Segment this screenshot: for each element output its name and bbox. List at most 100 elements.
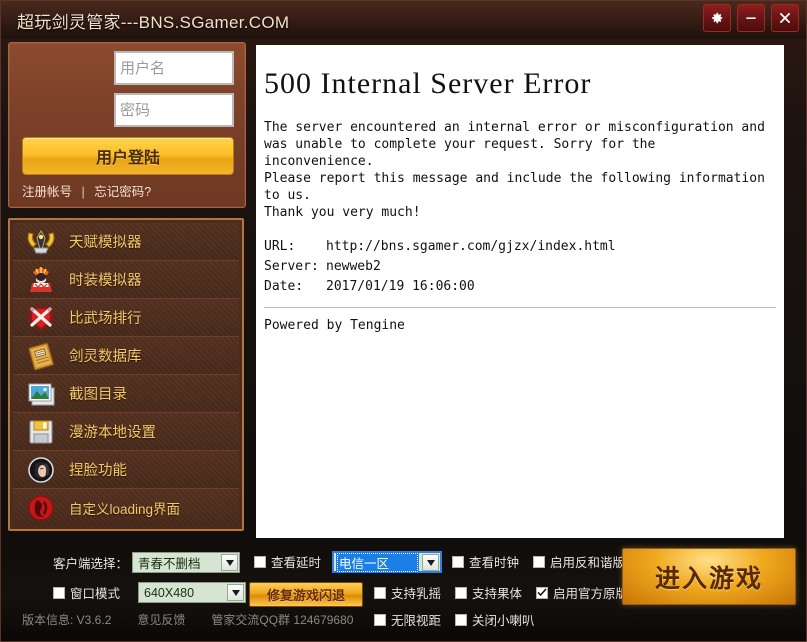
floppy-save-icon bbox=[13, 413, 69, 450]
meta-key: URL: bbox=[264, 239, 296, 254]
menu-item-costume-simulator[interactable]: 时装模拟器 bbox=[13, 261, 239, 299]
meta-row-url: URL: http://bns.sgamer.com/gjzx/index.ht… bbox=[264, 237, 784, 257]
meta-row-server: Server: newweb2 bbox=[264, 257, 784, 277]
register-link[interactable]: 注册帐号 bbox=[22, 185, 72, 199]
menu-item-label: 漫游本地设置 bbox=[69, 425, 156, 441]
checkbox-box[interactable] bbox=[254, 555, 266, 568]
checkbox-label: 关闭小喇叭 bbox=[472, 614, 535, 628]
arena-ranking-icon bbox=[13, 299, 69, 336]
custom-loading-icon bbox=[13, 489, 69, 526]
login-panel: 用户登陆 注册帐号 | 忘记密码? bbox=[8, 42, 246, 208]
checkbox-view-latency[interactable]: 查看延时 bbox=[254, 552, 321, 571]
menu-item-label: 比武场排行 bbox=[69, 311, 142, 327]
menu-item-label: 时装模拟器 bbox=[69, 273, 142, 289]
checkbox-label: 支持乳摇 bbox=[391, 587, 442, 601]
close-icon bbox=[778, 11, 792, 25]
checkbox-label: 查看延时 bbox=[271, 556, 322, 570]
checkbox-box[interactable] bbox=[374, 613, 386, 626]
checkbox-enable-official[interactable]: 启用官方原版 bbox=[536, 583, 628, 602]
server-select-group: 电信一区 bbox=[332, 551, 442, 573]
password-input[interactable] bbox=[116, 95, 232, 125]
server-select[interactable]: 电信一区 bbox=[332, 551, 442, 573]
window-controls bbox=[703, 4, 799, 32]
menu-item-face-customize[interactable]: 捏脸功能 bbox=[13, 451, 239, 489]
content-webview: 500 Internal Server Error The server enc… bbox=[256, 45, 784, 538]
minimize-icon bbox=[744, 11, 758, 25]
screenshot-folder-icon bbox=[13, 375, 69, 412]
checkbox-label: 查看时钟 bbox=[469, 556, 520, 570]
meta-row-date: Date: 2017/01/19 16:06:00 bbox=[264, 277, 784, 297]
feedback-link[interactable]: 意见反馈 bbox=[137, 611, 185, 628]
menu-item-screenshot-folder[interactable]: 截图目录 bbox=[13, 375, 239, 413]
checkbox-box[interactable] bbox=[455, 586, 468, 599]
checkbox-view-clock[interactable]: 查看时钟 bbox=[452, 552, 519, 571]
checkbox-box[interactable] bbox=[53, 586, 65, 599]
talent-simulator-icon bbox=[13, 223, 69, 260]
menu-item-custom-loading[interactable]: 自定义loading界面 bbox=[13, 489, 239, 526]
error-meta: URL: http://bns.sgamer.com/gjzx/index.ht… bbox=[264, 237, 784, 297]
latency-check-group: 查看延时 bbox=[254, 552, 335, 571]
qq-group-label[interactable]: 管家交流QQ群 124679680 bbox=[211, 611, 353, 628]
check-icon bbox=[537, 588, 547, 597]
checkbox-box[interactable] bbox=[536, 586, 549, 599]
menu-item-label: 捏脸功能 bbox=[69, 463, 127, 479]
checkbox-support-jiggle[interactable]: 支持乳摇 bbox=[374, 583, 441, 602]
client-select-group: 客户端选择： 青春不删档 bbox=[53, 552, 241, 573]
username-input[interactable] bbox=[116, 53, 232, 83]
client-select-value: 青春不删档 bbox=[138, 557, 201, 571]
checkbox-window-mode[interactable]: 窗口模式 bbox=[53, 583, 120, 602]
resolution-select[interactable]: 640X480 bbox=[138, 582, 247, 603]
checkbox-enable-unharmonized[interactable]: 启用反和谐版 bbox=[533, 552, 625, 571]
menu-item-label: 天赋模拟器 bbox=[69, 235, 142, 251]
menu-item-label: 自定义loading界面 bbox=[69, 501, 181, 517]
row2-checks: 支持乳摇 支持果体 启用官方原版 bbox=[374, 583, 642, 602]
menu-item-label: 截图目录 bbox=[69, 387, 127, 403]
meta-key: Date: bbox=[264, 279, 304, 294]
link-separator: | bbox=[81, 185, 85, 199]
row1-checks: 查看时钟 启用反和谐版 bbox=[452, 552, 639, 571]
resolution-select-value: 640X480 bbox=[144, 585, 195, 600]
checkbox-mute-horn[interactable]: 关闭小喇叭 bbox=[455, 610, 535, 629]
checkbox-box[interactable] bbox=[374, 586, 386, 599]
chevron-down-icon bbox=[221, 554, 239, 571]
minimize-button[interactable] bbox=[737, 4, 765, 32]
face-customize-icon bbox=[13, 451, 69, 488]
menu-item-database[interactable]: 剑灵数据库 bbox=[13, 337, 239, 375]
login-button[interactable]: 用户登陆 bbox=[22, 137, 234, 175]
menu-item-talent-simulator[interactable]: 天赋模拟器 bbox=[13, 223, 239, 261]
chevron-down-icon bbox=[422, 554, 439, 571]
checkbox-unlimited-view[interactable]: 无限视距 bbox=[374, 610, 441, 629]
meta-value: newweb2 bbox=[326, 259, 381, 274]
window-mode-group: 窗口模式 640X480 bbox=[53, 582, 247, 603]
checkbox-support-nude[interactable]: 支持果体 bbox=[455, 583, 522, 602]
window-title: 超玩剑灵管家---BNS.SGamer.COM bbox=[17, 13, 290, 32]
menu-item-local-settings[interactable]: 漫游本地设置 bbox=[13, 413, 239, 451]
checkbox-label: 启用官方原版 bbox=[553, 587, 629, 601]
meta-value: 2017/01/19 16:06:00 bbox=[326, 279, 475, 294]
password-field-wrap bbox=[114, 93, 234, 127]
server-select-value: 电信一区 bbox=[336, 551, 420, 573]
database-book-icon bbox=[13, 337, 69, 374]
title-bar: 超玩剑灵管家---BNS.SGamer.COM bbox=[0, 0, 807, 39]
fix-crash-group: 修复游戏闪退 bbox=[249, 582, 363, 607]
close-button[interactable] bbox=[771, 4, 799, 32]
error-body: The server encountered an internal error… bbox=[264, 120, 765, 220]
checkbox-box[interactable] bbox=[455, 613, 468, 626]
fix-game-crash-button[interactable]: 修复游戏闪退 bbox=[249, 582, 363, 607]
feature-menu: 天赋模拟器 时装模拟器 比武场排行 剑灵数据库 截图目录 漫游本地设置 捏脸功能… bbox=[8, 218, 244, 531]
version-label: 版本信息: V3.6.2 bbox=[22, 613, 112, 627]
left-panel: 用户登陆 注册帐号 | 忘记密码? 天赋模拟器 bbox=[8, 42, 248, 531]
username-field-wrap bbox=[114, 51, 234, 85]
chevron-down-icon bbox=[227, 584, 245, 601]
meta-value: http://bns.sgamer.com/gjzx/index.html bbox=[326, 239, 616, 254]
menu-item-arena-ranking[interactable]: 比武场排行 bbox=[13, 299, 239, 337]
client-select[interactable]: 青春不删档 bbox=[132, 552, 241, 573]
status-links: 版本信息: V3.6.2 意见反馈 管家交流QQ群 124679680 bbox=[22, 611, 353, 628]
checkbox-label: 启用反和谐版 bbox=[550, 556, 626, 570]
meta-key: Server: bbox=[264, 259, 319, 274]
checkbox-box[interactable] bbox=[452, 555, 464, 568]
checkbox-box[interactable] bbox=[533, 555, 546, 568]
settings-button[interactable] bbox=[703, 4, 731, 32]
forgot-password-link[interactable]: 忘记密码? bbox=[94, 185, 151, 199]
enter-game-button[interactable]: 进入游戏 bbox=[622, 548, 796, 605]
